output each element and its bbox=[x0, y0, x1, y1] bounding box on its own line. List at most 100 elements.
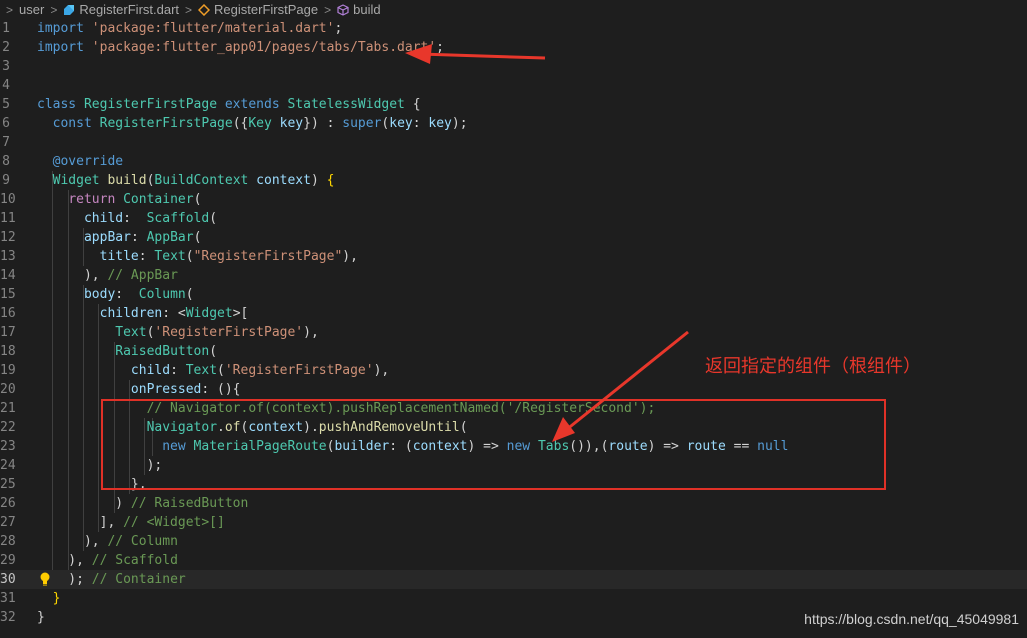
code-token: Text bbox=[185, 363, 218, 378]
line-number[interactable]: 31 bbox=[0, 589, 16, 608]
line-number[interactable]: 29 bbox=[0, 551, 16, 570]
line-number[interactable]: 30 bbox=[0, 570, 16, 589]
code-line[interactable]: 26 ) // RaisedButton bbox=[0, 494, 1027, 513]
code-line[interactable]: 13 title: Text("RegisterFirstPage"), bbox=[0, 247, 1027, 266]
code-token: title bbox=[99, 249, 139, 264]
code-text: const RegisterFirstPage({Key key}) : sup… bbox=[37, 114, 468, 133]
line-number[interactable]: 15 bbox=[0, 285, 16, 304]
code-token: BuildContext bbox=[154, 173, 249, 188]
code-text: ) // RaisedButton bbox=[37, 494, 248, 513]
code-token: ); bbox=[451, 116, 468, 131]
code-line[interactable]: 20 onPressed: (){ bbox=[0, 380, 1027, 399]
line-number[interactable]: 26 bbox=[0, 494, 16, 513]
line-number[interactable]: 22 bbox=[0, 418, 16, 437]
line-number[interactable]: 10 bbox=[0, 190, 16, 209]
line-number[interactable]: 2 bbox=[0, 38, 10, 57]
code-line[interactable]: 3 bbox=[0, 57, 1027, 76]
code-token: : bbox=[123, 211, 147, 226]
chevron-right-icon: > bbox=[50, 2, 58, 17]
line-number[interactable]: 28 bbox=[0, 532, 16, 551]
code-line[interactable]: 30 ); // Container bbox=[0, 570, 1027, 589]
line-number[interactable]: 24 bbox=[0, 456, 16, 475]
breadcrumb-folder[interactable]: user bbox=[19, 2, 44, 17]
line-number[interactable]: 27 bbox=[0, 513, 16, 532]
line-number[interactable]: 20 bbox=[0, 380, 16, 399]
code-line[interactable]: 1 import 'package:flutter/material.dart'; bbox=[0, 19, 1027, 38]
line-number[interactable]: 32 bbox=[0, 608, 16, 627]
code-line[interactable]: 10 return Container( bbox=[0, 190, 1027, 209]
code-line[interactable]: 4 bbox=[0, 76, 1027, 95]
code-token: ), bbox=[37, 534, 108, 549]
code-token: Widget bbox=[185, 306, 233, 321]
watermark: https://blog.csdn.net/qq_45049981 bbox=[804, 611, 1019, 627]
line-number[interactable]: 1 bbox=[0, 19, 10, 38]
line-number[interactable]: 11 bbox=[0, 209, 16, 228]
line-number[interactable]: 18 bbox=[0, 342, 16, 361]
code-line[interactable]: 16 children: <Widget>[ bbox=[0, 304, 1027, 323]
line-number[interactable]: 7 bbox=[0, 133, 10, 152]
code-token: ( bbox=[217, 363, 225, 378]
code-line[interactable]: 11 child: Scaffold( bbox=[0, 209, 1027, 228]
code-line[interactable]: 6 const RegisterFirstPage({Key key}) : s… bbox=[0, 114, 1027, 133]
code-line[interactable]: 9 Widget build(BuildContext context) { bbox=[0, 171, 1027, 190]
code-token: body bbox=[83, 287, 116, 302]
code-text: Widget build(BuildContext context) { bbox=[37, 171, 335, 190]
code-line[interactable]: 28 ), // Column bbox=[0, 532, 1027, 551]
code-line[interactable]: 12 appBar: AppBar( bbox=[0, 228, 1027, 247]
line-number[interactable]: 25 bbox=[0, 475, 16, 494]
breadcrumb-method-label: build bbox=[353, 2, 381, 17]
code-token: key bbox=[389, 116, 413, 131]
code-text: ), // AppBar bbox=[37, 266, 178, 285]
code-text: import 'package:flutter/material.dart'; bbox=[37, 19, 342, 38]
code-token: // <Widget>[] bbox=[123, 515, 225, 530]
code-token: ), bbox=[37, 553, 92, 568]
code-token: ( bbox=[209, 211, 218, 226]
code-editor[interactable]: 1 import 'package:flutter/material.dart';… bbox=[0, 19, 1027, 638]
code-line[interactable]: 31 } bbox=[0, 589, 1027, 608]
lightbulb-icon[interactable] bbox=[39, 572, 51, 586]
code-line[interactable]: 17 Text('RegisterFirstPage'), bbox=[0, 323, 1027, 342]
line-number[interactable]: 4 bbox=[0, 76, 10, 95]
line-number[interactable]: 16 bbox=[0, 304, 16, 323]
line-number[interactable]: 12 bbox=[0, 228, 16, 247]
code-token: ), bbox=[303, 325, 319, 340]
line-number[interactable]: 23 bbox=[0, 437, 16, 456]
code-line[interactable]: 27 ], // <Widget>[] bbox=[0, 513, 1027, 532]
line-number[interactable]: 8 bbox=[0, 152, 10, 171]
code-token: // Scaffold bbox=[91, 553, 178, 568]
code-token: extends bbox=[224, 97, 280, 112]
code-line[interactable]: 7 bbox=[0, 133, 1027, 152]
code-token: appBar bbox=[83, 230, 131, 245]
line-number[interactable]: 5 bbox=[0, 95, 10, 114]
line-number[interactable]: 9 bbox=[0, 171, 10, 190]
code-line[interactable]: 2 import 'package:flutter_app01/pages/tab… bbox=[0, 38, 1027, 57]
code-token: AppBar bbox=[146, 230, 194, 245]
breadcrumb-file[interactable]: RegisterFirst.dart bbox=[63, 2, 179, 17]
code-text: import 'package:flutter_app01/pages/tabs… bbox=[37, 38, 444, 57]
line-number[interactable]: 6 bbox=[0, 114, 10, 133]
code-token: Widget bbox=[52, 173, 100, 188]
line-number[interactable]: 19 bbox=[0, 361, 16, 380]
code-line[interactable]: 8 @override bbox=[0, 152, 1027, 171]
breadcrumb-class[interactable]: RegisterFirstPage bbox=[198, 2, 318, 17]
code-token: onPressed bbox=[130, 382, 202, 397]
code-line[interactable]: 15 body: Column( bbox=[0, 285, 1027, 304]
line-number[interactable]: 21 bbox=[0, 399, 16, 418]
line-number[interactable]: 14 bbox=[0, 266, 16, 285]
code-line[interactable]: 5 class RegisterFirstPage extends Statele… bbox=[0, 95, 1027, 114]
breadcrumb-method[interactable]: build bbox=[337, 2, 381, 17]
code-line[interactable]: 14 ), // AppBar bbox=[0, 266, 1027, 285]
code-token: children bbox=[99, 306, 163, 321]
code-token: RegisterFirstPage bbox=[99, 116, 233, 131]
code-line[interactable]: 29 ), // Scaffold bbox=[0, 551, 1027, 570]
line-number[interactable]: 13 bbox=[0, 247, 16, 266]
line-number[interactable]: 17 bbox=[0, 323, 16, 342]
line-number[interactable]: 3 bbox=[0, 57, 10, 76]
code-token: child bbox=[83, 211, 124, 226]
breadcrumb-file-label: RegisterFirst.dart bbox=[79, 2, 180, 17]
